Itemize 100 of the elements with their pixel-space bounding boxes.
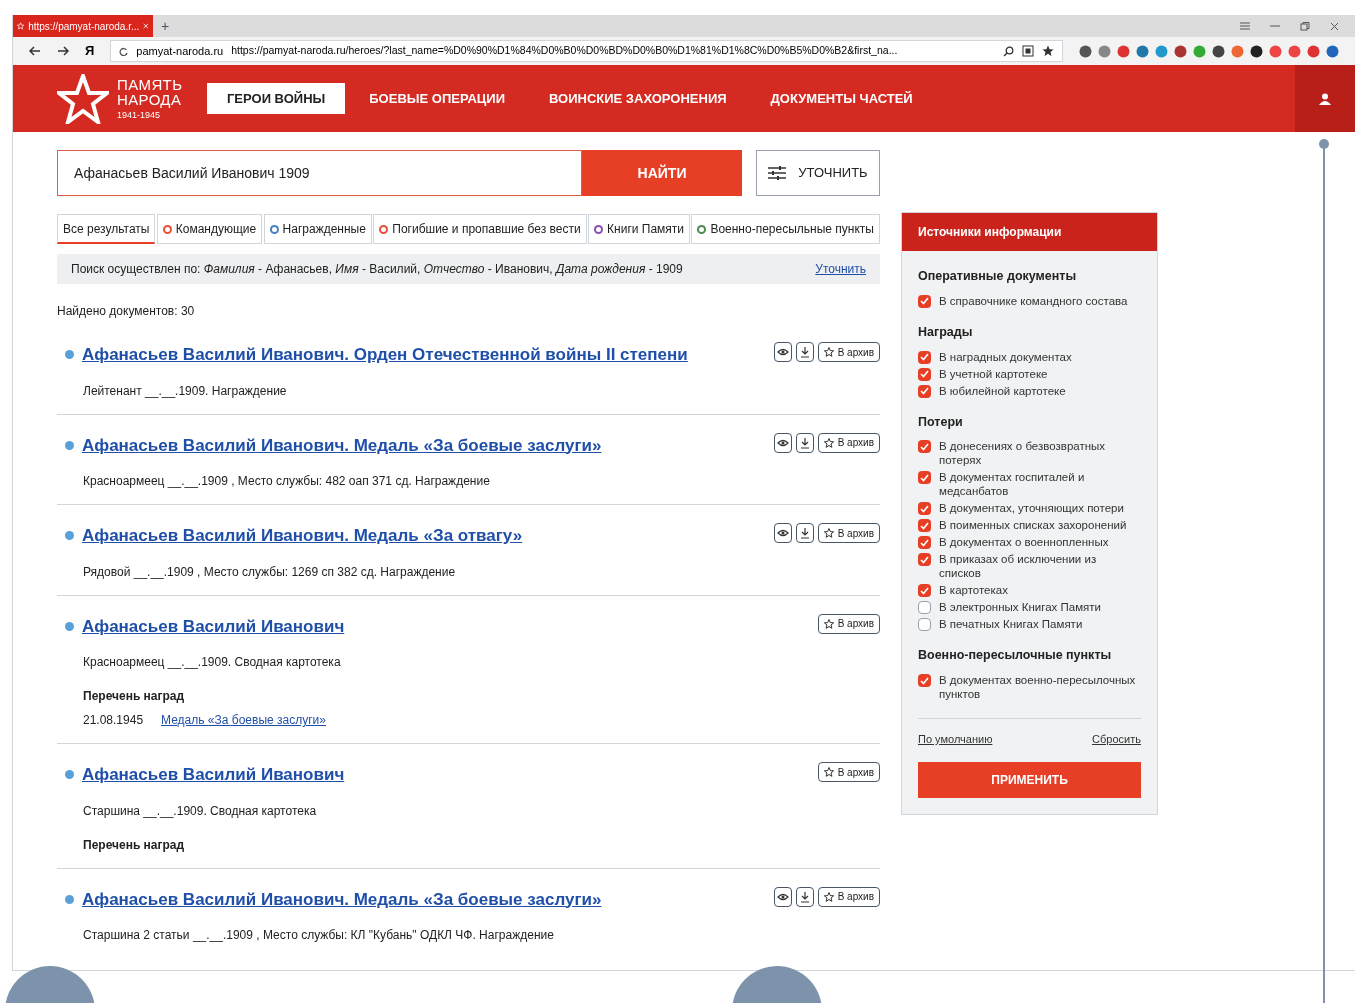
star-icon bbox=[823, 347, 834, 357]
result-title-link[interactable]: Афанасьев Василий Иванович bbox=[82, 613, 345, 639]
result-description: Старшина 2 статьи __.__.1909 , Место службы: КЛ "Кубань" ОДКЛ ЧФ. Награждение bbox=[83, 927, 555, 944]
group-heading: Военно-пересылочные пункты bbox=[918, 647, 1113, 665]
checkbox[interactable] bbox=[918, 553, 931, 567]
view-document-icon[interactable] bbox=[773, 342, 792, 362]
checkbox-label: В электронных Книгах Памяти bbox=[939, 600, 1101, 615]
result-title-link[interactable]: Афанасьев Василий Иванович. Медаль «За отвагу» bbox=[82, 523, 523, 549]
reset-link[interactable]: Сбросить bbox=[1092, 731, 1141, 748]
result-description: Старшина __.__.1909. Сводная картотека bbox=[83, 802, 318, 820]
checkbox-label: В юбилейной картотеке bbox=[939, 383, 1066, 398]
domain-text: pamyat-naroda.ru bbox=[136, 43, 224, 59]
close-icon bbox=[1330, 21, 1339, 31]
nav-tab[interactable]: БОЕВЫЕ ОПЕРАЦИИ bbox=[349, 82, 525, 115]
yandex-button[interactable]: Я bbox=[85, 41, 95, 61]
checkbox-label: В справочнике командного состава bbox=[939, 293, 1128, 308]
star-icon bbox=[17, 21, 25, 31]
checkbox-label: В документах о военнопленных bbox=[939, 535, 1109, 550]
checkbox[interactable] bbox=[918, 536, 931, 550]
default-link[interactable]: По умолчанию bbox=[918, 731, 993, 748]
checkbox-label: В поименных списках захоронений bbox=[939, 518, 1127, 533]
new-tab-button[interactable]: + bbox=[153, 15, 178, 37]
checkbox[interactable] bbox=[918, 519, 931, 533]
menu-icon bbox=[1240, 22, 1250, 30]
filter-tab[interactable]: Награжденные bbox=[263, 214, 372, 244]
archive-button[interactable]: В архив bbox=[817, 762, 880, 782]
result-description: Лейтенант __.__.1909. Награждение bbox=[83, 382, 288, 400]
checkbox-label: В наградных документах bbox=[939, 349, 1072, 364]
checkbox[interactable] bbox=[918, 367, 931, 381]
archive-button[interactable]: В архив bbox=[817, 886, 880, 907]
archive-button[interactable]: В архив bbox=[817, 523, 880, 543]
extension-icon[interactable] bbox=[1079, 44, 1092, 58]
nav-tab[interactable]: ВОИНСКИЕ ЗАХОРОНЕНИЯ bbox=[529, 82, 747, 115]
checkbox-label: В приказах об исключении из списков bbox=[939, 552, 1098, 581]
extension-icon[interactable] bbox=[1250, 44, 1263, 58]
checkbox[interactable] bbox=[918, 584, 931, 598]
download-icon[interactable] bbox=[795, 523, 814, 543]
restore-icon bbox=[1300, 21, 1310, 31]
nav-tab[interactable]: ГЕРОИ ВОЙНЫ bbox=[207, 82, 346, 115]
filter-tab[interactable]: Военно-пересыльные пункты bbox=[691, 214, 880, 244]
checkbox-label: В картотеках bbox=[939, 583, 1008, 598]
checkbox[interactable] bbox=[918, 502, 931, 516]
checkbox-label: В донесениях о безвозвратных потерях bbox=[939, 439, 1107, 468]
logo-text: ПАМЯТЬ bbox=[117, 77, 183, 92]
search-field[interactable]: Афанасьев Василий Иванович 1909 bbox=[57, 150, 582, 196]
checkbox[interactable] bbox=[918, 384, 931, 398]
result-title-link[interactable]: Афанасьев Василий Иванович bbox=[82, 762, 345, 788]
view-document-icon[interactable] bbox=[773, 523, 792, 543]
checkbox-label: В документах военно-пересылочных пунктов bbox=[939, 673, 1137, 701]
award-date: 21.08.1945 bbox=[83, 712, 144, 729]
checkbox[interactable] bbox=[918, 350, 931, 364]
reload-icon bbox=[119, 46, 129, 56]
search-summary: Поиск осуществлен по: Фамилия - Афанасьев, Имя - Василий, Отчество - Иванович, Дата рождения - 1909 bbox=[71, 261, 683, 278]
checkbox[interactable] bbox=[918, 618, 931, 632]
refine-button[interactable]: УТОЧНИТЬ bbox=[756, 150, 880, 196]
group-heading: Оперативные документы bbox=[918, 268, 1078, 285]
result-description: Рядовой __.__.1909 , Место службы: 1269 сп 382 сд. Награждение bbox=[83, 563, 457, 581]
archive-button[interactable]: В архив bbox=[817, 432, 880, 453]
filter-tab[interactable]: Все результаты bbox=[57, 214, 156, 244]
checkbox[interactable] bbox=[918, 674, 931, 687]
close-icon bbox=[143, 22, 149, 30]
user-icon bbox=[1319, 92, 1331, 105]
star-icon bbox=[1042, 45, 1054, 57]
result-title-link[interactable]: Афанасьев Василий Иванович. Медаль «За боевые заслуги» bbox=[82, 432, 602, 458]
address-bar[interactable]: pamyat-naroda.ru https://pamyat-naroda.ru/heroes/?last_name=%D0%90%D1%84%D0%B0%D0%BD%D0%B0%D1%81%D1%8C%D0%B5%D0%B2&first_na... bbox=[110, 40, 1063, 62]
search-icon bbox=[1003, 45, 1014, 57]
filter-tab[interactable]: Погибшие и пропавшие без вести bbox=[373, 214, 587, 244]
view-document-icon[interactable] bbox=[773, 886, 792, 907]
download-icon[interactable] bbox=[795, 886, 814, 907]
view-document-icon[interactable] bbox=[773, 432, 792, 453]
star-icon bbox=[823, 528, 834, 538]
star-icon bbox=[823, 618, 834, 629]
checkbox[interactable] bbox=[918, 601, 931, 615]
results-count: Найдено документов: 30 bbox=[57, 303, 196, 320]
extension-icon[interactable] bbox=[1212, 44, 1225, 58]
forward-arrow-icon[interactable] bbox=[57, 46, 69, 56]
apply-button[interactable]: ПРИМЕНИТЬ bbox=[918, 761, 1141, 798]
checkbox-label: В учетной картотеке bbox=[939, 366, 1048, 381]
result-title-link[interactable]: Афанасьев Василий Иванович. Орден Отечественной войны II степени bbox=[82, 342, 688, 368]
checkbox[interactable] bbox=[918, 471, 931, 485]
result-title-link[interactable]: Афанасьев Василий Иванович. Медаль «За боевые заслуги» bbox=[82, 886, 602, 912]
checkbox[interactable] bbox=[918, 440, 931, 454]
panel-title: Источники информации bbox=[902, 213, 1157, 251]
search-button[interactable]: НАЙТИ bbox=[582, 150, 742, 196]
filter-tab[interactable]: Командующие bbox=[156, 214, 263, 244]
nav-tab[interactable]: ДОКУМЕНТЫ ЧАСТЕЙ bbox=[750, 82, 933, 115]
minimize-icon bbox=[1270, 22, 1280, 30]
award-link[interactable]: Медаль «За боевые заслуги» bbox=[161, 711, 326, 729]
star-logo-icon bbox=[57, 73, 109, 124]
star-icon bbox=[823, 891, 834, 902]
checkbox[interactable] bbox=[918, 294, 931, 308]
refine-link[interactable]: Уточнить bbox=[815, 260, 866, 278]
browser-tab[interactable]: https://pamyat-naroda.r... bbox=[13, 15, 153, 37]
archive-button[interactable]: В архив bbox=[817, 613, 880, 634]
back-arrow-icon[interactable] bbox=[29, 46, 41, 56]
logo-text: НАРОДА bbox=[117, 92, 183, 107]
download-icon[interactable] bbox=[795, 432, 814, 453]
archive-button[interactable]: В архив bbox=[817, 342, 880, 362]
download-icon[interactable] bbox=[795, 342, 814, 362]
filter-tab[interactable]: Книги Памяти bbox=[588, 214, 691, 244]
